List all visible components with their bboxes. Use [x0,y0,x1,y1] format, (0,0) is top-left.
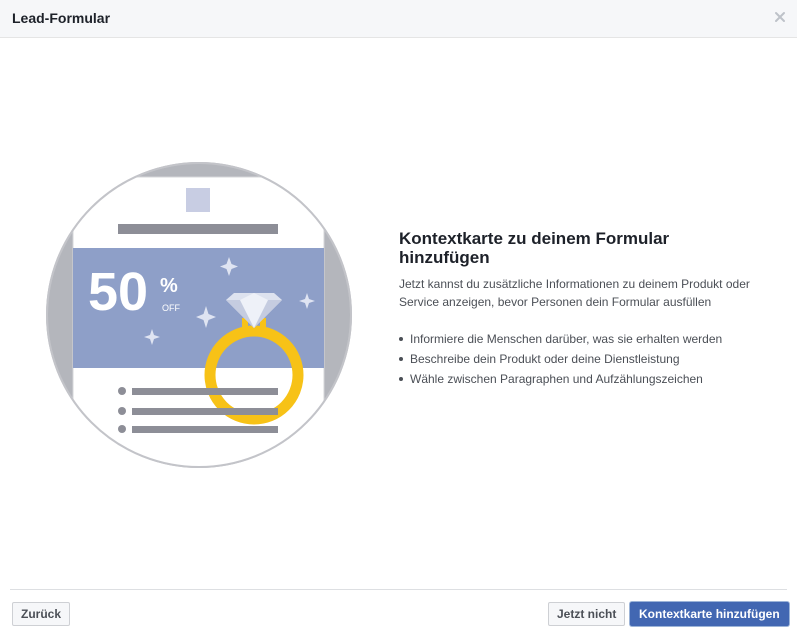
info-description: Jetzt kannst du zusätzliche Informatione… [399,277,750,309]
list-bar [132,408,278,415]
back-button[interactable]: Zurück [12,602,71,626]
close-icon[interactable] [773,10,787,24]
lead-form-dialog: Lead-Formular 50 % OFF Kontextkarte zu d… [0,0,797,633]
list-bullet [118,407,126,415]
off-label: OFF [162,303,180,313]
info-heading: Kontextkarte zu deinem Formular hinzufüg… [399,229,670,267]
dialog-title: Lead-Formular [12,10,111,26]
percent-sign: % [160,275,178,297]
feature-list-item: Beschreibe dein Produkt oder deine Diens… [399,349,759,369]
not-now-button[interactable]: Jetzt nicht [548,602,626,626]
percent-value: 50 [88,262,148,322]
bullet-icon [399,377,403,381]
add-context-card-button[interactable]: Kontextkarte hinzufügen [630,602,789,626]
list-bullet [118,425,126,433]
bullet-icon [399,357,403,361]
list-bar [132,426,278,433]
bullet-icon [399,337,403,341]
logo-placeholder [186,188,210,212]
dialog-header: Lead-Formular [0,0,797,38]
list-bullet [118,387,126,395]
dialog-footer: Zurück Jetzt nicht Kontextkarte hinzufüg… [10,589,789,634]
headline-bar [118,224,278,234]
feature-list: Informiere die Menschen darüber, was sie… [399,329,759,389]
context-card-illustration: 50 % OFF [44,160,354,470]
feature-list-item: Wähle zwischen Paragraphen und Aufzählun… [399,369,759,389]
list-bar [132,388,278,395]
context-card-info: Kontextkarte zu deinem Formular hinzufüg… [399,229,759,389]
feature-list-item: Informiere die Menschen darüber, was sie… [399,329,759,349]
